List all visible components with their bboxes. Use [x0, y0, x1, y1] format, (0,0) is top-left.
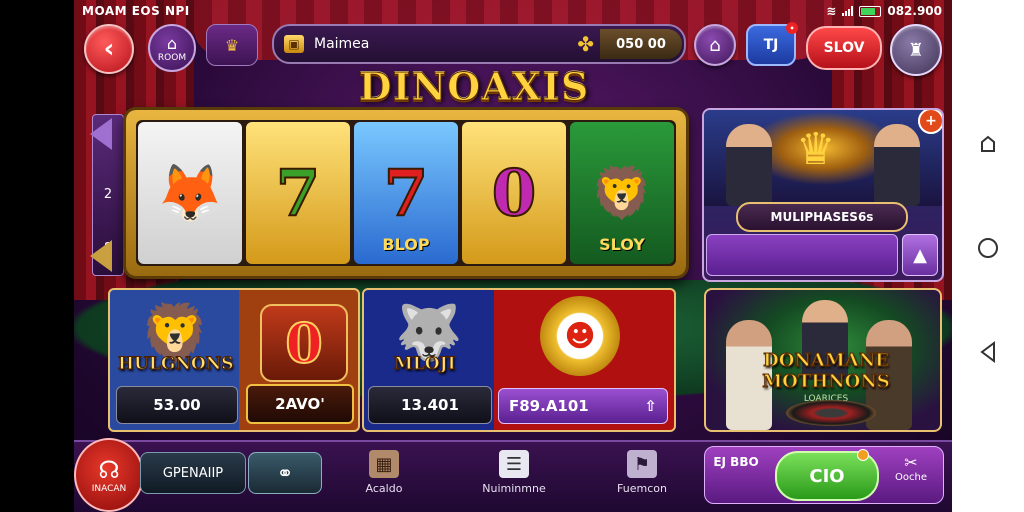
reel-5: 🦁 SLOY	[570, 122, 674, 264]
reel-symbol: 🦊	[155, 160, 225, 226]
shop-label: SLOV	[823, 40, 865, 56]
live-casino-promo-card[interactable]: DONAMANE MOTHNONS LOARICES	[704, 288, 942, 432]
link-icon: ⚭	[276, 461, 294, 485]
promo-title: DONAMANE MOTHNONS	[762, 350, 891, 393]
back-button[interactable]: ‹	[84, 24, 134, 74]
support-button[interactable]: ☊ INACAN	[74, 438, 144, 512]
notification-badge: •	[786, 22, 798, 34]
action-right-label: Ooche	[895, 472, 927, 483]
action-left-label[interactable]: EJ BBO	[713, 455, 759, 469]
person-avatar	[726, 124, 772, 206]
status-left-text: MOAM EOS NPI	[82, 4, 190, 18]
game-cards: 🦁 HULGNONS 0 53.00 2AVO' 🐺 MLOJI ☻ 13.40…	[108, 288, 676, 432]
system-nav-bar	[952, 0, 1024, 512]
nav-label: Fuemcon	[617, 482, 667, 495]
reel-1: 🦊	[138, 122, 242, 264]
bet-value-4[interactable]: F89.A101 ⇧	[498, 388, 668, 424]
roulette-icon	[786, 400, 876, 426]
back-triangle-icon[interactable]	[974, 338, 1002, 366]
action-group: EJ BBO CIO ✂ Ooche	[704, 446, 944, 504]
battery-icon	[859, 5, 882, 17]
promo-image: ♛	[704, 110, 942, 206]
home-button[interactable]: ⌂	[694, 24, 736, 66]
game-title: DINOAXIS	[358, 64, 590, 110]
nav-item-1[interactable]: ▦ Acaldo	[344, 450, 424, 495]
game-screen: MOAM EOS NPI ≋ 082.900 ‹ ⌂ ROOM ♛ ▣ Maim…	[74, 0, 952, 512]
reel-2: 7	[246, 122, 350, 264]
multiplier-promo-card[interactable]: ♛ MULIPHASES6s ▲ +	[702, 108, 944, 282]
reels-container: 🦊 7 7 BLOP 0 🦁 SLOY	[136, 120, 676, 266]
castle-icon: ♜	[907, 39, 925, 61]
game-name: HULGNONS	[118, 354, 235, 375]
go-button[interactable]: CIO	[775, 449, 879, 501]
game-card-mloji[interactable]: 🐺 MLOJI ☻ 13.401 F89.A101 ⇧	[362, 288, 676, 432]
news-icon: ☰	[499, 450, 529, 478]
bet-value-3[interactable]: 13.401	[368, 386, 492, 424]
zero-symbol: 0	[260, 304, 348, 382]
room-label: ROOM	[157, 52, 187, 63]
gift-label: TJ	[763, 37, 779, 53]
shop-button[interactable]: SLOV	[806, 26, 882, 70]
recents-icon[interactable]	[974, 130, 1002, 158]
support-label: INACAN	[91, 484, 127, 494]
bet-value-1[interactable]: 53.00	[116, 386, 238, 424]
trophy-button[interactable]: ♛	[206, 24, 258, 66]
scissors-icon: ✂	[904, 453, 918, 472]
reel-symbol: 🦁	[590, 163, 654, 222]
notification-dot	[857, 449, 869, 461]
reel-tag: BLOP	[382, 235, 430, 254]
trophy-icon: ♛	[224, 35, 240, 55]
reel-3: 7 BLOP	[354, 122, 458, 264]
reel-symbol: 7	[275, 155, 322, 232]
person-avatar	[874, 124, 920, 206]
room-button[interactable]: ⌂ ROOM	[148, 24, 196, 72]
home-circle-icon[interactable]	[974, 234, 1002, 262]
clover-icon: ✤	[577, 32, 594, 56]
slot-machine: 🦊 7 7 BLOP 0 🦁 SLOY	[126, 110, 686, 276]
status-right: ≋ 082.900	[826, 4, 942, 18]
share-icon: ⇧	[644, 397, 657, 415]
signal-icon	[842, 6, 854, 16]
bag-icon: ▣	[284, 35, 304, 53]
go-label: CIO	[809, 465, 845, 487]
room-icon: ⌂	[166, 33, 178, 53]
payline-up-arrow-icon[interactable]	[90, 118, 112, 150]
nav-label: Acaldo	[365, 482, 403, 495]
reel-4: 0	[462, 122, 566, 264]
bet-value-2[interactable]: 2AVO'	[246, 384, 354, 424]
bet-value-text: F89.A101	[509, 397, 589, 415]
status-time: 082.900	[887, 4, 942, 18]
balance-value: 050 00	[600, 29, 682, 59]
search-bar[interactable]: ▣ Maimea ✤ 050 00	[272, 24, 686, 64]
promo-input-bar[interactable]	[706, 234, 898, 276]
action-right[interactable]: ✂ Ooche	[885, 453, 937, 483]
game-name: MLOJI	[394, 354, 457, 375]
menu-button[interactable]: ♜	[890, 24, 942, 76]
headset-icon: ☊	[98, 456, 120, 484]
trophy-icon: ♛	[796, 124, 836, 175]
promo-label: MULIPHASES6s	[736, 202, 908, 232]
box-icon: ▦	[369, 450, 399, 478]
arrow-up-icon[interactable]: ▲	[902, 234, 938, 276]
link-button[interactable]: ⚭	[248, 452, 322, 494]
payline-number: 2	[103, 187, 113, 203]
arrow-left-icon: ‹	[103, 34, 115, 64]
payline-down-arrow-icon[interactable]	[90, 240, 112, 272]
reel-tag: SLOY	[599, 235, 645, 254]
flag-icon: ⚑	[627, 450, 657, 478]
wifi-icon: ≋	[826, 4, 837, 18]
gift-button[interactable]: TJ •	[746, 22, 798, 66]
nav-item-3[interactable]: ⚑ Fuemcon	[602, 450, 682, 495]
general-button[interactable]: GPENAIIP	[140, 452, 246, 494]
nav-item-2[interactable]: ☰ Nuiminmne	[474, 450, 554, 495]
game-card-hulgnons[interactable]: 🦁 HULGNONS 0 53.00 2AVO'	[108, 288, 360, 432]
reel-symbol: 7	[383, 155, 430, 232]
nav-label: Nuiminmne	[482, 482, 546, 495]
search-text: Maimea	[314, 36, 370, 52]
status-bar: MOAM EOS NPI ≋ 082.900	[74, 0, 952, 22]
reel-symbol: 0	[491, 155, 538, 232]
plus-icon[interactable]: +	[918, 110, 942, 134]
sun-face-icon: ☻	[540, 296, 620, 376]
home-icon: ⌂	[709, 34, 721, 56]
